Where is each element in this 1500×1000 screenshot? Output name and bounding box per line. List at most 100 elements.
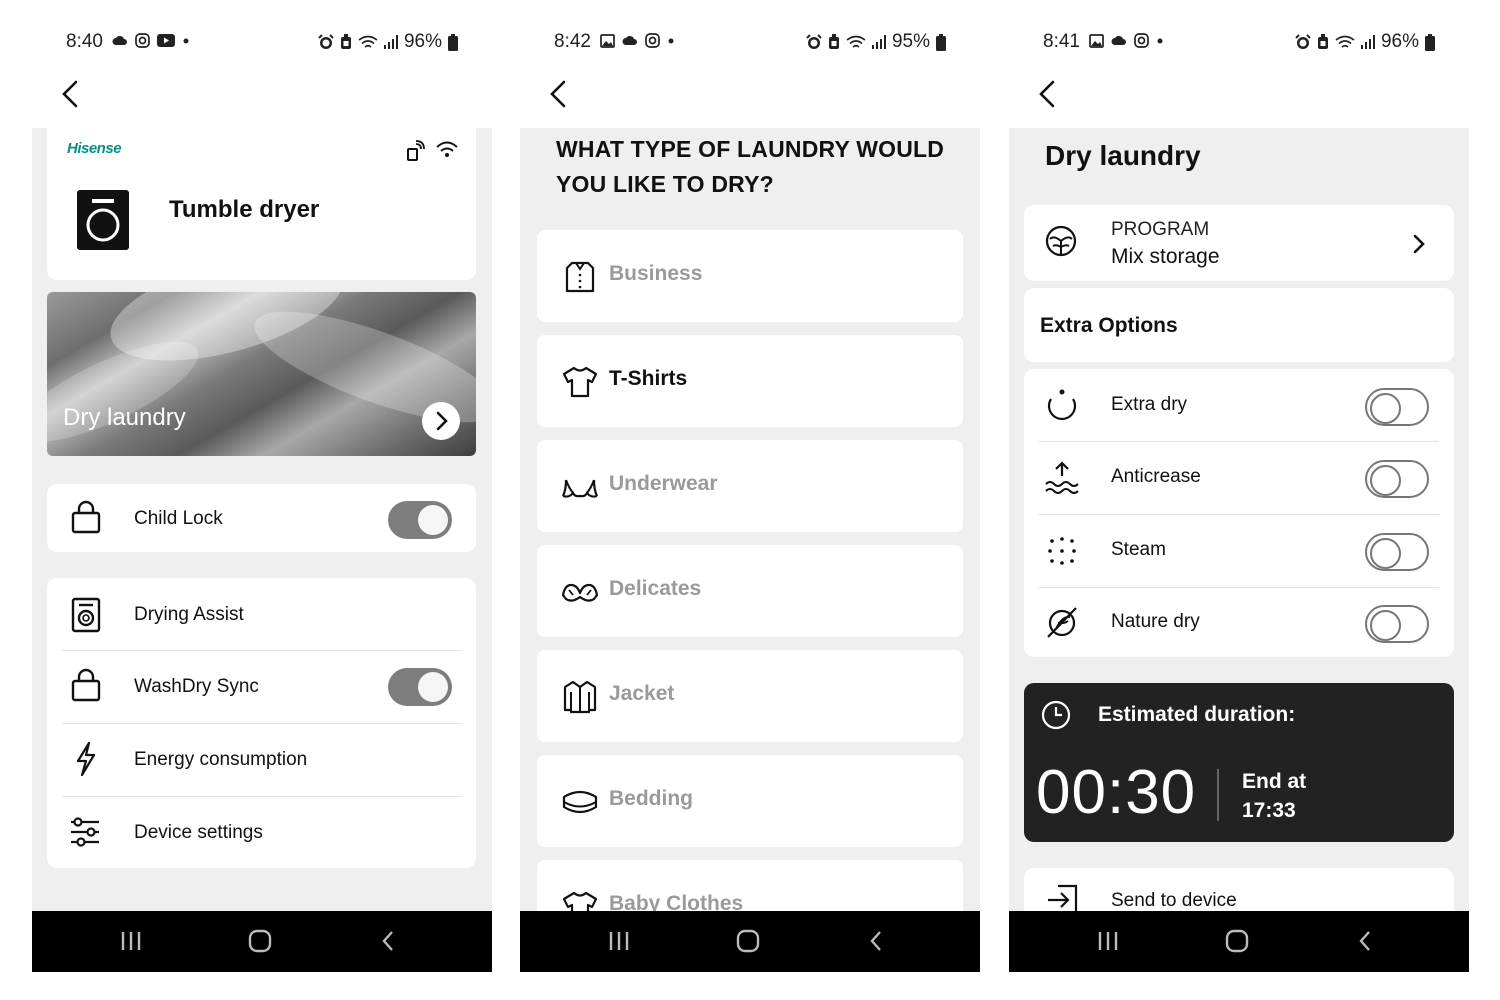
laundry-option-delicates[interactable]: Delicates [537, 545, 963, 637]
status-system-icons: 96% [318, 31, 458, 53]
naturedry-icon [1047, 607, 1077, 638]
option-nature-dry: Nature dry [1024, 588, 1454, 657]
anticrease-toggle[interactable] [1365, 460, 1429, 498]
status-time: 8:41 [1043, 31, 1080, 52]
status-notification-icons [112, 33, 190, 48]
wifi-icon [436, 141, 458, 157]
menu-item-washdry-sync[interactable]: WashDry Sync [47, 651, 476, 723]
cloud-icon [1111, 35, 1126, 45]
steam-toggle[interactable] [1365, 533, 1429, 571]
extra-options-header: Extra Options [1024, 288, 1454, 362]
status-bar: 8:41 96% [1009, 0, 1469, 84]
menu-item-label: WashDry Sync [134, 676, 259, 697]
alarm-icon [318, 34, 334, 49]
laundry-option-baby-clothes[interactable]: Baby Clothes [537, 860, 963, 911]
question-title: WHAT TYPE OF LAUNDRY WOULD YOU LIKE TO D… [556, 136, 945, 197]
alarm-icon [806, 34, 822, 49]
dryer-icon [71, 597, 101, 633]
option-label: Nature dry [1111, 611, 1200, 632]
screen-device-home: 8:40 96% Hisense Tumble dryer Dry laundr… [32, 0, 492, 972]
gallery-icon [600, 33, 615, 48]
wifi-icon [1335, 35, 1355, 48]
status-system-icons: 95% [806, 31, 946, 53]
jacket-icon [563, 680, 597, 714]
steam-icon [1048, 537, 1076, 565]
extra-dry-toggle[interactable] [1365, 388, 1429, 426]
android-nav-bar [520, 911, 980, 972]
bolt-icon [76, 741, 96, 777]
dot-icon [1157, 38, 1163, 43]
option-label: Extra dry [1111, 394, 1188, 415]
screen-dry-laundry: 8:41 96% Dry laundry PROGRAM Mix storage… [1009, 0, 1469, 972]
anticrease-icon [1045, 461, 1079, 494]
home-icon[interactable] [1225, 929, 1249, 953]
bedding-icon [562, 790, 598, 814]
signal-icon [871, 35, 886, 49]
option-extra-dry: Extra dry [1024, 369, 1454, 441]
back-arrow-icon[interactable] [1033, 76, 1065, 112]
child-lock-label: Child Lock [134, 508, 223, 529]
back-arrow-icon[interactable] [544, 76, 576, 112]
home-icon[interactable] [248, 929, 272, 953]
option-steam: Steam [1024, 515, 1454, 587]
status-notification-icons [600, 33, 675, 48]
laundry-option-bedding[interactable]: Bedding [537, 755, 963, 847]
back-arrow-icon[interactable] [56, 76, 88, 112]
signal-icon [383, 35, 398, 49]
status-notification-icons [1089, 33, 1164, 48]
youtube-icon [157, 34, 175, 47]
dry-laundry-banner[interactable]: Dry laundry [47, 292, 476, 456]
laundry-option-label: Jacket [609, 682, 675, 705]
device-home-body: Hisense Tumble dryer Dry laundry Child L… [32, 128, 492, 911]
banner-arrow-button[interactable] [422, 402, 460, 440]
program-selector[interactable]: PROGRAM Mix storage [1024, 205, 1454, 281]
washdry-sync-toggle[interactable] [388, 668, 452, 706]
menu-item-label: Energy consumption [134, 749, 308, 770]
alarm-icon [1295, 34, 1311, 49]
banner-label: Dry laundry [63, 404, 186, 431]
battery-percent: 96% [1380, 31, 1419, 52]
menu-item-label: Device settings [134, 822, 263, 843]
nature-dry-toggle[interactable] [1365, 605, 1429, 643]
laundry-option-underwear[interactable]: Underwear [537, 440, 963, 532]
status-bar: 8:42 95% [520, 0, 980, 84]
laundry-option-jacket[interactable]: Jacket [537, 650, 963, 742]
battery-icon [936, 33, 946, 51]
child-lock-card: Child Lock [47, 484, 476, 552]
extra-options-title: Extra Options [1040, 314, 1178, 337]
menu-item-device-settings[interactable]: Device settings [47, 797, 476, 868]
underwear-icon [562, 479, 598, 498]
recent-apps-icon[interactable] [608, 929, 630, 953]
battery-icon [1425, 33, 1435, 51]
recent-apps-icon[interactable] [1097, 929, 1119, 953]
recent-apps-icon[interactable] [120, 929, 142, 953]
back-icon[interactable] [1357, 929, 1373, 953]
battery-percent: 96% [403, 31, 442, 52]
dot-icon [668, 38, 674, 43]
cloud-icon [112, 35, 127, 45]
back-icon[interactable] [380, 929, 396, 953]
instagram-icon [135, 33, 150, 48]
page-title: Dry laundry [1045, 140, 1201, 171]
send-to-device-button[interactable]: Send to device [1024, 868, 1454, 911]
child-lock-toggle[interactable] [388, 501, 452, 539]
estimated-duration-panel: Estimated duration: 00:30 End at 17:33 [1024, 683, 1454, 842]
battery-icon [448, 33, 458, 51]
bra-icon [561, 583, 599, 602]
cloud-icon [622, 35, 637, 45]
device-title: Tumble dryer [169, 196, 320, 223]
estimated-duration-label: Estimated duration: [1098, 703, 1296, 726]
laundry-option-tshirts[interactable]: T-Shirts [537, 335, 963, 427]
lock-icon [71, 668, 101, 702]
sliders-icon [71, 817, 99, 847]
cotton-icon [1045, 225, 1077, 257]
home-icon[interactable] [736, 929, 760, 953]
laundry-option-label: Underwear [609, 472, 718, 495]
back-icon[interactable] [868, 929, 884, 953]
menu-item-label: Drying Assist [134, 604, 244, 625]
tshirt-icon [562, 366, 598, 398]
menu-item-drying-assist[interactable]: Drying Assist [47, 578, 476, 650]
laundry-option-business[interactable]: Business [537, 230, 963, 322]
menu-item-energy-consumption[interactable]: Energy consumption [47, 724, 476, 796]
option-label: Anticrease [1111, 466, 1201, 487]
